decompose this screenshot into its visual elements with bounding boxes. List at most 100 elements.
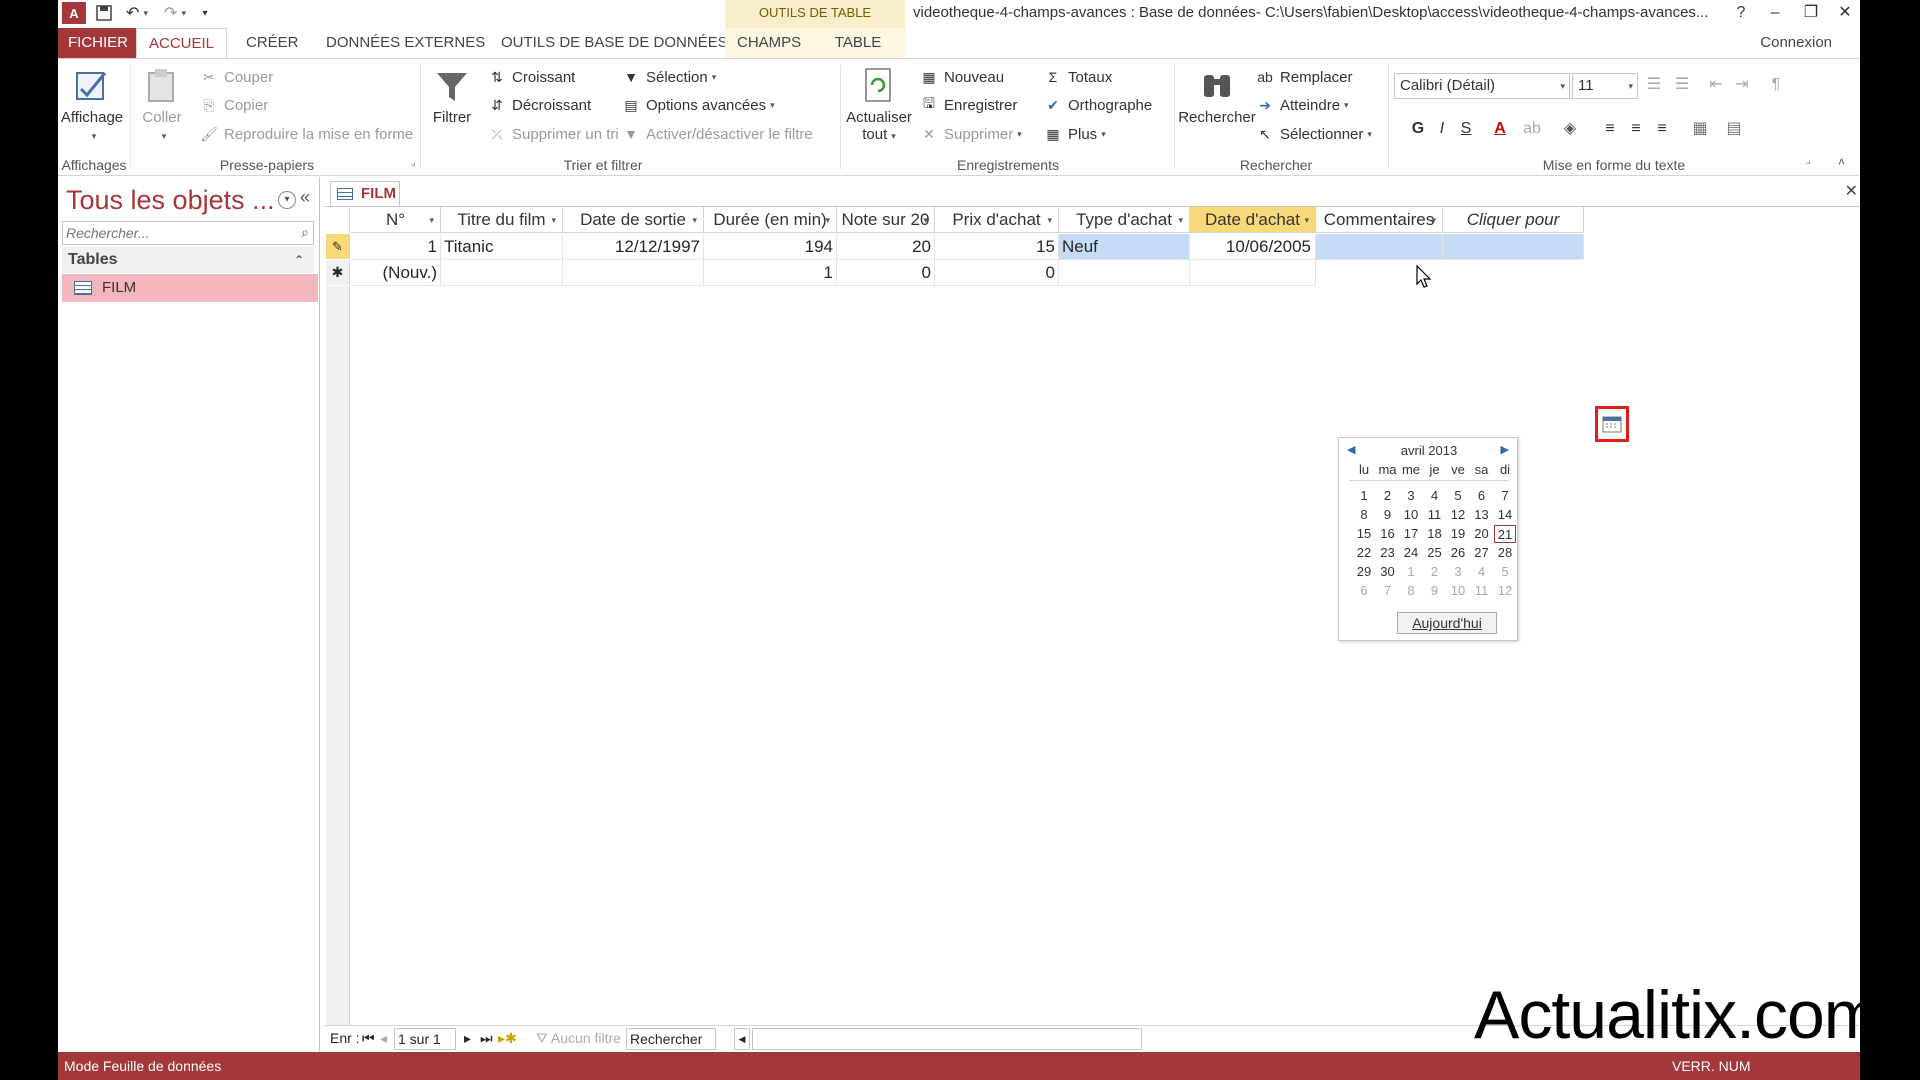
coller-button[interactable]: Coller ▾ <box>136 67 188 143</box>
plus-button[interactable]: ▦ Plus ▾ <box>1044 122 1105 146</box>
cell-note-new[interactable]: 0 <box>837 260 935 286</box>
selectionner-button[interactable]: ↖ Sélectionner ▾ <box>1256 122 1372 146</box>
nav-item-film[interactable]: FILM <box>62 274 318 302</box>
cell-note[interactable]: 20 <box>837 234 935 260</box>
close-document-icon[interactable]: ✕ <box>1845 181 1858 201</box>
column-header-numero[interactable]: N° ▾ <box>351 207 441 233</box>
calendar-day[interactable]: 19 <box>1447 525 1469 543</box>
dialog-launcher-icon[interactable]: ⌟ <box>411 157 416 168</box>
calendar-day[interactable]: 8 <box>1400 582 1422 600</box>
collapse-nav-icon[interactable]: « <box>300 187 310 208</box>
first-record-icon[interactable]: ⏮ <box>362 1030 375 1047</box>
supprimer-button[interactable]: ✕ Supprimer ▾ <box>920 122 1022 146</box>
tab-outils-base-de-donnees[interactable]: OUTILS DE BASE DE DONNÉES <box>489 28 740 58</box>
font-family-select[interactable]: Calibri (Détail) ▾ <box>1394 73 1570 99</box>
tab-donnees-externes[interactable]: DONNÉES EXTERNES <box>314 28 497 58</box>
decroissant-button[interactable]: ⇵ Décroissant <box>488 93 591 117</box>
underline-button[interactable]: S <box>1454 117 1478 141</box>
highlight-color-icon[interactable]: ab <box>1520 117 1544 141</box>
calendar-day[interactable]: 7 <box>1494 487 1516 505</box>
date-picker-button[interactable] <box>1595 406 1629 442</box>
column-header-ajouter[interactable]: Cliquer pour ajouter <box>1443 207 1584 255</box>
calendar-day[interactable]: 11 <box>1471 582 1493 600</box>
nav-search-input[interactable] <box>63 222 273 244</box>
affichage-button[interactable]: Affichage ▾ <box>58 67 126 143</box>
calendar-day[interactable]: 12 <box>1494 582 1516 600</box>
calendar-day[interactable]: 11 <box>1424 506 1446 524</box>
tab-table[interactable]: TABLE <box>811 28 905 58</box>
align-right-icon[interactable]: ≡ <box>1650 117 1674 141</box>
calendar-day[interactable]: 1 <box>1400 563 1422 581</box>
column-header-type-achat[interactable]: Type d'achat ▾ <box>1059 207 1190 233</box>
save-icon[interactable] <box>92 2 116 24</box>
tab-accueil[interactable]: ACCUEIL <box>136 28 228 59</box>
help-button[interactable]: ? <box>1726 2 1756 24</box>
nav-menu-chevron-icon[interactable]: ▾ <box>278 191 296 209</box>
activer-filtre-button[interactable]: ▼ Activer/désactiver le filtre <box>622 122 813 146</box>
select-all-corner[interactable] <box>326 207 350 233</box>
paragraph-direction-icon[interactable]: ¶ <box>1764 73 1788 97</box>
calendar-day[interactable]: 26 <box>1447 544 1469 562</box>
rechercher-button[interactable]: Rechercher <box>1176 67 1258 126</box>
align-center-icon[interactable]: ≡ <box>1624 117 1648 141</box>
nav-pane-title[interactable]: Tous les objets ... <box>66 185 275 216</box>
calendar-day[interactable]: 4 <box>1424 487 1446 505</box>
calendar-day[interactable]: 6 <box>1471 487 1493 505</box>
calendar-day[interactable]: 20 <box>1471 525 1493 543</box>
calendar-day[interactable]: 24 <box>1400 544 1422 562</box>
filtrer-button[interactable]: Filtrer <box>428 67 476 126</box>
font-size-select[interactable]: 11 ▾ <box>1572 73 1638 99</box>
font-color-icon[interactable]: A <box>1488 117 1512 141</box>
calendar-day[interactable]: 21 <box>1494 525 1516 543</box>
column-header-prix[interactable]: Prix d'achat ▾ <box>935 207 1059 233</box>
undo-icon[interactable]: ↶ ▾ <box>120 2 154 24</box>
cell-date-achat[interactable]: 10/06/2005 <box>1190 234 1316 260</box>
last-record-icon[interactable]: ⏭ <box>480 1030 493 1047</box>
cell-titre[interactable]: Titanic <box>441 234 563 260</box>
column-header-commentaires[interactable]: Commentaires ▾ <box>1316 207 1443 233</box>
calendar-day[interactable]: 15 <box>1353 525 1375 543</box>
couper-button[interactable]: ✂ Couper <box>200 65 273 89</box>
today-button[interactable]: Aujourd'hui <box>1397 612 1497 634</box>
atteindre-button[interactable]: ➔ Atteindre ▾ <box>1256 93 1348 117</box>
minimize-button[interactable]: – <box>1760 2 1790 24</box>
next-month-icon[interactable]: ▶ <box>1501 443 1509 456</box>
close-window-button[interactable]: ✕ <box>1830 2 1860 24</box>
actualiser-tout-button[interactable]: Actualiser tout ▾ <box>844 67 914 143</box>
calendar-day[interactable]: 14 <box>1494 506 1516 524</box>
cell-type-achat-new[interactable] <box>1059 260 1190 286</box>
calendar-day[interactable]: 5 <box>1494 563 1516 581</box>
cell-commentaires[interactable] <box>1316 234 1443 260</box>
collapse-ribbon-icon[interactable]: ˄ <box>1838 155 1845 169</box>
reproduire-mise-en-forme-button[interactable]: 🖌 Reproduire la mise en forme <box>200 122 413 146</box>
italic-button[interactable]: I <box>1430 117 1454 141</box>
column-header-note[interactable]: Note sur 20 ▾ <box>837 207 935 233</box>
calendar-day[interactable]: 8 <box>1353 506 1375 524</box>
calendar-day[interactable]: 28 <box>1494 544 1516 562</box>
calendar-day[interactable]: 27 <box>1471 544 1493 562</box>
copier-button[interactable]: ⎘ Copier <box>200 93 268 117</box>
calendar-day[interactable]: 7 <box>1377 582 1399 600</box>
record-search-input[interactable]: Rechercher <box>626 1028 716 1050</box>
cell-date-sortie-new[interactable] <box>563 260 704 286</box>
cell-numero-new[interactable]: (Nouv.) <box>351 260 441 286</box>
calendar-day[interactable]: 5 <box>1447 487 1469 505</box>
decrease-indent-icon[interactable]: ⇤ <box>1704 73 1728 97</box>
calendar-day[interactable]: 3 <box>1447 563 1469 581</box>
calendar-day[interactable]: 16 <box>1377 525 1399 543</box>
horizontal-scrollbar[interactable] <box>752 1028 1142 1050</box>
numbering-icon[interactable]: ☰ <box>1670 73 1694 97</box>
cell-date-achat-new[interactable] <box>1190 260 1316 286</box>
calendar-day[interactable]: 29 <box>1353 563 1375 581</box>
cell-type-achat[interactable]: Neuf <box>1059 234 1190 260</box>
fill-color-icon[interactable]: ◈ <box>1558 117 1582 141</box>
calendar-day[interactable]: 2 <box>1424 563 1446 581</box>
enregistrer-button[interactable]: 🖫 Enregistrer <box>920 93 1017 117</box>
calendar-day[interactable]: 10 <box>1447 582 1469 600</box>
cell-date-sortie[interactable]: 12/12/1997 <box>563 234 704 260</box>
new-record-nav-icon[interactable]: ▸✱ <box>498 1030 517 1047</box>
calendar-day[interactable]: 23 <box>1377 544 1399 562</box>
column-header-date-sortie[interactable]: Date de sortie ▾ <box>563 207 704 233</box>
scroll-left-icon[interactable]: ◀ <box>734 1028 750 1050</box>
nav-section-tables[interactable]: Tables ⌃ <box>62 247 314 273</box>
